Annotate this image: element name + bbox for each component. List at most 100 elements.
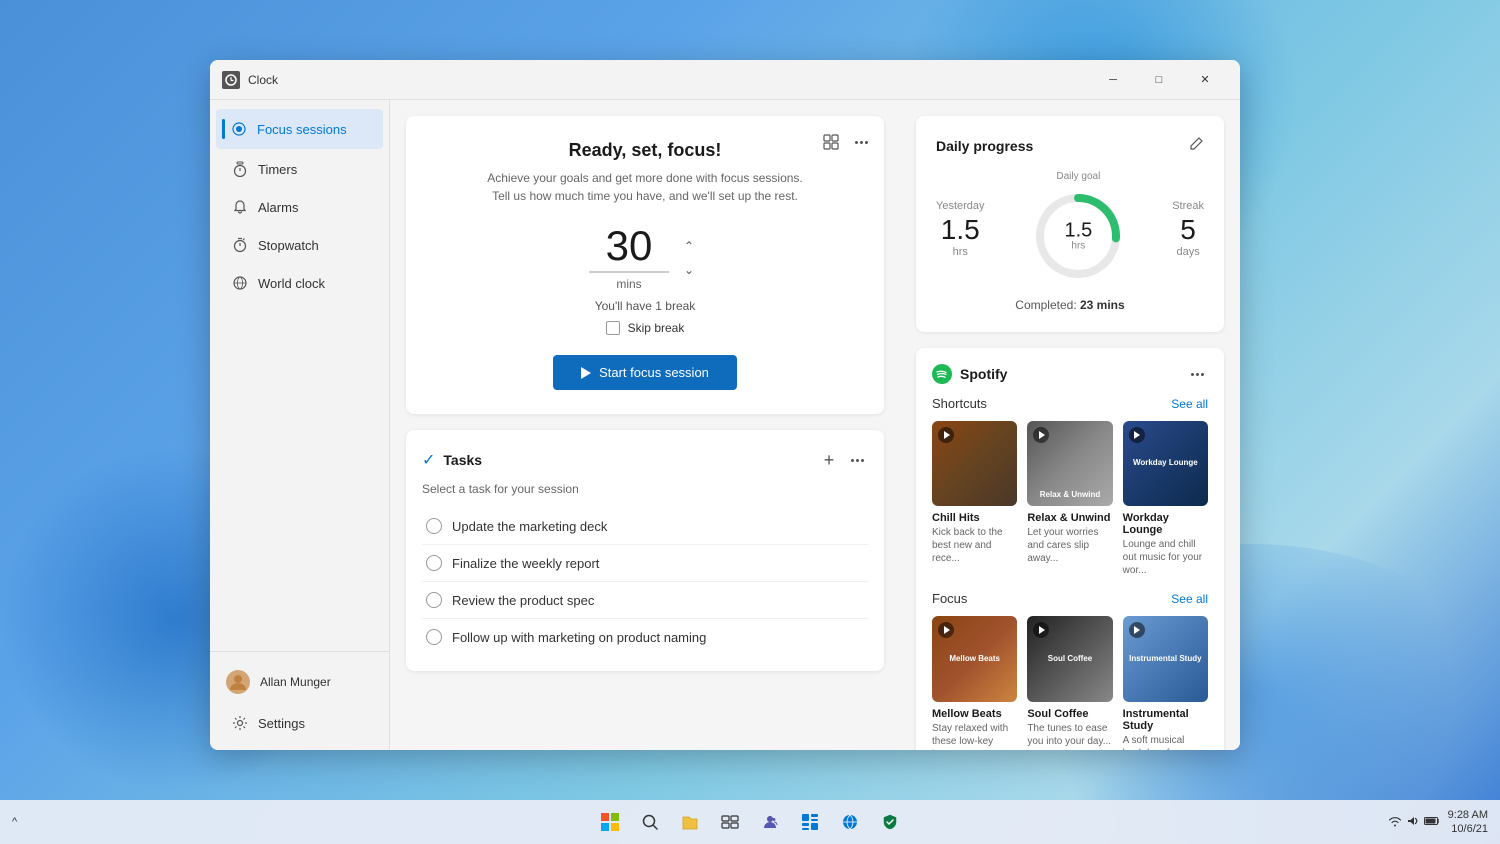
- sidebar-item-timers[interactable]: Timers: [216, 151, 383, 187]
- focus-item-mellow-beats[interactable]: Mellow Beats Mellow Beats Stay relaxed w…: [932, 616, 1017, 750]
- focus-see-all[interactable]: See all: [1171, 592, 1208, 606]
- app-title: Clock: [248, 73, 1090, 87]
- edit-icon[interactable]: [1188, 136, 1204, 155]
- sidebar-item-focus-sessions[interactable]: Focus sessions: [216, 109, 383, 149]
- play-overlay: [1033, 427, 1049, 443]
- progress-stats: Yesterday 1.5 hrs Daily goal: [936, 171, 1204, 286]
- donut-chart: 1.5 hrs: [1028, 186, 1128, 286]
- shortcut-item-workday-lounge[interactable]: Workday Lounge Workday Lounge Lounge and…: [1123, 421, 1208, 577]
- wifi-icon: [1388, 815, 1402, 830]
- focus-item-soul-coffee[interactable]: Soul Coffee Soul Coffee The tunes to eas…: [1027, 616, 1112, 750]
- system-tray-expand[interactable]: ^: [12, 816, 17, 828]
- focus-item-instrumental-study[interactable]: Instrumental Study Instrumental Study A …: [1123, 616, 1208, 750]
- world-clock-icon: [232, 275, 248, 291]
- mellow-beats-thumb: Mellow Beats: [932, 616, 1017, 701]
- completed-text: Completed: 23 mins: [936, 298, 1204, 312]
- streak-unit: days: [1176, 246, 1199, 258]
- focus-more-button[interactable]: [851, 128, 872, 156]
- system-tray-icons: [1388, 815, 1440, 830]
- workday-lounge-thumb: Workday Lounge: [1123, 421, 1208, 506]
- mellow-beats-desc: Stay relaxed with these low-key beat...: [932, 722, 1017, 750]
- taskbar-clock[interactable]: 9:28 AM 10/6/21: [1448, 808, 1488, 837]
- yesterday-label: Yesterday: [936, 200, 985, 212]
- add-task-button[interactable]: +: [815, 446, 843, 474]
- right-panel: Daily progress Yesterday 1.5 hrs: [900, 100, 1240, 750]
- dot2: [860, 141, 863, 144]
- avatar: [226, 670, 250, 694]
- spotify-more-button[interactable]: [1187, 369, 1208, 380]
- close-button[interactable]: ✕: [1182, 64, 1228, 96]
- taskbar-right: 9:28 AM 10/6/21: [1388, 808, 1488, 837]
- time-arrows: ⌃ ⌄: [677, 236, 701, 280]
- app-window: Clock ─ □ ✕ Focus sessions: [210, 60, 1240, 750]
- tasks-header: ✓ Tasks +: [422, 446, 868, 474]
- skip-break-checkbox[interactable]: [606, 321, 620, 335]
- task-item[interactable]: Update the marketing deck: [422, 508, 868, 545]
- user-profile[interactable]: Allan Munger: [210, 660, 389, 704]
- play-overlay: [1129, 622, 1145, 638]
- taskbar-file-explorer[interactable]: [672, 804, 708, 840]
- task-radio-4[interactable]: [426, 629, 442, 645]
- shortcuts-see-all[interactable]: See all: [1171, 397, 1208, 411]
- taskbar-search[interactable]: [632, 804, 668, 840]
- taskbar-teams[interactable]: [752, 804, 788, 840]
- taskbar-browser[interactable]: [832, 804, 868, 840]
- sidebar-label-world-clock: World clock: [258, 276, 325, 291]
- battery-icon: [1424, 816, 1440, 829]
- sidebar-item-world-clock[interactable]: World clock: [216, 265, 383, 301]
- focus-section-label: Focus: [932, 591, 967, 606]
- taskbar-time: 9:28 AM: [1448, 808, 1488, 822]
- window-body: Focus sessions Timers: [210, 100, 1240, 750]
- taskbar-task-view[interactable]: [712, 804, 748, 840]
- soul-coffee-name: Soul Coffee: [1027, 708, 1112, 720]
- shortcut-item-relax-unwind[interactable]: Relax & Unwind Relax & Unwind Let your w…: [1027, 421, 1112, 577]
- play-icon: [581, 367, 591, 379]
- task-item[interactable]: Follow up with marketing on product nami…: [422, 619, 868, 655]
- focus-session-card: Ready, set, focus! Achieve your goals an…: [406, 116, 884, 414]
- maximize-button[interactable]: □: [1136, 64, 1182, 96]
- sidebar-label-alarms: Alarms: [258, 200, 298, 215]
- focus-grid: Mellow Beats Mellow Beats Stay relaxed w…: [932, 616, 1208, 750]
- relax-unwind-desc: Let your worries and cares slip away...: [1027, 526, 1112, 565]
- focus-section-header: Focus See all: [932, 591, 1208, 606]
- soul-coffee-desc: The tunes to ease you into your day...: [1027, 722, 1112, 748]
- shortcuts-label: Shortcuts: [932, 396, 987, 411]
- time-decrease-button[interactable]: ⌄: [677, 260, 701, 280]
- play-overlay: [1033, 622, 1049, 638]
- taskbar-left: ^: [12, 816, 17, 828]
- sidebar-item-settings[interactable]: Settings: [216, 705, 383, 741]
- shortcut-item-chill-hits[interactable]: Chill Hits Kick back to the best new and…: [932, 421, 1017, 577]
- titlebar: Clock ─ □ ✕: [210, 60, 1240, 100]
- left-panel: Ready, set, focus! Achieve your goals an…: [390, 100, 900, 750]
- minimize-button[interactable]: ─: [1090, 64, 1136, 96]
- task-item[interactable]: Finalize the weekly report: [422, 545, 868, 582]
- sidebar-item-stopwatch[interactable]: Stopwatch: [216, 227, 383, 263]
- alarms-icon: [232, 199, 248, 215]
- taskbar-start[interactable]: [592, 804, 628, 840]
- start-button-label: Start focus session: [599, 365, 709, 380]
- start-focus-session-button[interactable]: Start focus session: [553, 355, 737, 390]
- yesterday-stat: Yesterday 1.5 hrs: [936, 200, 985, 258]
- task-radio-2[interactable]: [426, 555, 442, 571]
- task-radio-1[interactable]: [426, 518, 442, 534]
- play-overlay: [1129, 427, 1145, 443]
- time-display: 30 mins: [589, 225, 669, 291]
- sidebar-label-settings: Settings: [258, 716, 305, 731]
- shortcuts-grid: Chill Hits Kick back to the best new and…: [932, 421, 1208, 577]
- settings-icon: [232, 715, 248, 731]
- taskbar-security[interactable]: [872, 804, 908, 840]
- skip-break-toggle[interactable]: Skip break: [606, 321, 685, 335]
- task-radio-3[interactable]: [426, 592, 442, 608]
- sidebar-item-alarms[interactable]: Alarms: [216, 189, 383, 225]
- taskbar-widgets[interactable]: [792, 804, 828, 840]
- streak-label: Streak: [1172, 200, 1204, 212]
- dot1: [855, 141, 858, 144]
- timers-icon: [232, 161, 248, 177]
- time-increase-button[interactable]: ⌃: [677, 236, 701, 256]
- break-info: You'll have 1 break: [595, 299, 696, 313]
- donut-center: 1.5 hrs: [1064, 221, 1092, 252]
- focus-tile-button[interactable]: [817, 128, 845, 156]
- task-item[interactable]: Review the product spec: [422, 582, 868, 619]
- tasks-more-button[interactable]: [847, 446, 868, 474]
- relax-unwind-thumb: Relax & Unwind: [1027, 421, 1112, 506]
